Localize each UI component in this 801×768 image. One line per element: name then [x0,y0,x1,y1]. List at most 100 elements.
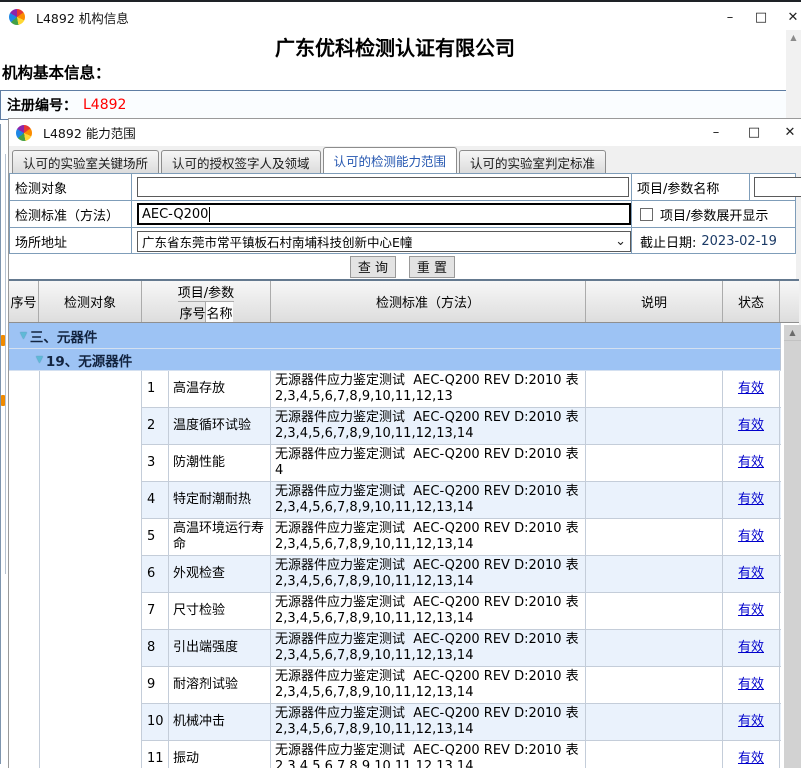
note-cell [586,593,723,629]
minimize-button[interactable]: – [701,119,731,146]
tab[interactable]: 认可的检测能力范围 [323,147,458,173]
note-cell [586,371,723,407]
status-cell: 有效 [723,482,780,518]
tab-strip: 认可的实验室关键场所 认可的授权签字人及领域 认可的检测能力范围认可的实验室判定标准 [9,146,801,173]
table-row: 3 防潮性能 无源器件应力鉴定测试 AEC-Q200 REV D:2010 表4… [142,445,781,482]
group-row-passive-components[interactable]: ▼ 19、无源器件 [9,349,781,371]
note-cell [586,445,723,481]
param-name-label-cell: 项目/参数名称 [632,174,750,201]
registration-box: 注册编号： L4892 [0,90,791,120]
status-link[interactable]: 有效 [738,714,764,730]
query-button[interactable]: 查 询 [350,256,396,278]
param-name-cell: 耐溶剂试验 [169,667,271,703]
address-label: 场所地址 [15,232,67,251]
status-link[interactable]: 有效 [738,492,764,508]
status-link[interactable]: 有效 [738,677,764,693]
group-row-components[interactable]: ▼ 三、元器件 [9,323,781,349]
param-name-cell: 引出端强度 [169,630,271,666]
table-body: 1 高温存放 无源器件应力鉴定测试 AEC-Q200 REV D:2010 表2… [9,371,781,768]
header-seq: 序号 [9,281,39,322]
note-cell [586,408,723,444]
status-cell: 有效 [723,519,780,555]
status-link[interactable]: 有效 [738,640,764,656]
background-fragment [1,395,5,406]
close-button[interactable]: ✕ [778,4,801,30]
note-cell [586,519,723,555]
param-seq-cell: 9 [142,667,169,703]
expand-params-cell: 项目/参数展开显示 [632,201,795,228]
deadline-value: 2023-02-19 [701,234,777,249]
note-cell [586,630,723,666]
standard-cell: 无源器件应力鉴定测试 AEC-Q200 REV D:2010 表2,3,4,5,… [271,556,586,592]
address-select[interactable]: 广东省东莞市常平镇板石村南埔科技创新中心E幢 ⌄ [137,231,631,252]
pinwheel-logo-icon [9,9,25,25]
table-scrollbar[interactable]: ▲ [784,325,801,768]
status-cell: 有效 [723,667,780,703]
window1-scrollbar[interactable]: ▲ [786,30,801,120]
tab[interactable]: 认可的授权签字人及领域 [161,150,321,173]
maximize-button[interactable]: □ [739,119,769,146]
background-fragment [5,154,6,574]
param-name-cell: 特定耐潮耐热 [169,482,271,518]
status-link[interactable]: 有效 [738,418,764,434]
merged-seq-object-cells [9,371,142,768]
tab[interactable]: 认可的实验室关键场所 [12,150,159,173]
standard-label: 检测标准（方法） [15,205,119,224]
table-row: 9 耐溶剂试验 无源器件应力鉴定测试 AEC-Q200 REV D:2010 表… [142,667,781,704]
param-name-cell: 振动 [169,741,271,768]
status-link[interactable]: 有效 [738,455,764,471]
address-field-cell: 广东省东莞市常平镇板石村南埔科技创新中心E幢 ⌄ [132,228,632,255]
test-object-label: 检测对象 [15,178,67,197]
header-param-name: 名称 [206,302,232,322]
standard-cell: 无源器件应力鉴定测试 AEC-Q200 REV D:2010 表4 [271,445,586,481]
collapse-arrow-icon[interactable]: ▼ [36,355,43,365]
standard-cell: 无源器件应力鉴定测试 AEC-Q200 REV D:2010 表2,3,4,5,… [271,482,586,518]
status-link[interactable]: 有效 [738,566,764,582]
standard-input[interactable]: AEC-Q200 [137,203,631,225]
tab-label: 认可的授权签字人及领域 [172,153,310,172]
deadline-label: 截止日期: [640,232,696,251]
status-link[interactable]: 有效 [738,751,764,767]
status-cell: 有效 [723,741,780,768]
standard-label-cell: 检测标准（方法） [10,201,132,228]
expand-params-checkbox[interactable] [640,208,653,221]
group-label: 19、无源器件 [46,350,132,370]
note-cell [586,556,723,592]
collapse-arrow-icon[interactable]: ▼ [20,331,27,341]
scroll-up-icon[interactable]: ▲ [784,325,801,341]
close-button[interactable]: ✕ [775,119,801,146]
table-row: 6 外观检查 无源器件应力鉴定测试 AEC-Q200 REV D:2010 表2… [142,556,781,593]
table-row: 11 振动 无源器件应力鉴定测试 AEC-Q200 REV D:2010 表2,… [142,741,781,768]
window2-titlebar[interactable]: L4892 能力范围 – □ ✕ [9,119,801,146]
header-param-group-label: 项目/参数 [178,281,234,302]
status-link[interactable]: 有效 [738,381,764,397]
status-link[interactable]: 有效 [738,603,764,619]
param-name-cell: 尺寸检验 [169,593,271,629]
screen: { "colors": { "group_row_blue": "#9dc3f4… [0,0,801,768]
maximize-button[interactable]: □ [746,4,776,30]
test-object-field-cell [132,174,632,201]
status-link[interactable]: 有效 [738,529,764,545]
reset-button[interactable]: 重 置 [409,256,455,278]
window1-titlebar[interactable]: L4892 机构信息 – □ ✕ [0,4,801,30]
registration-label: 注册编号： [7,95,77,115]
test-object-input[interactable] [137,177,629,197]
param-name-field-cell [750,174,795,201]
table-row: 2 温度循环试验 无源器件应力鉴定测试 AEC-Q200 REV D:2010 … [142,408,781,445]
table-row: 4 特定耐潮耐热 无源器件应力鉴定测试 AEC-Q200 REV D:2010 … [142,482,781,519]
minimize-button[interactable]: – [715,4,745,30]
status-cell: 有效 [723,371,780,407]
tab[interactable]: 认可的实验室判定标准 [459,150,606,173]
param-name-input[interactable] [754,177,801,197]
param-seq-cell: 4 [142,482,169,518]
background-fragment [1,335,5,346]
standard-cell: 无源器件应力鉴定测试 AEC-Q200 REV D:2010 表2,3,4,5,… [271,704,586,740]
standard-cell: 无源器件应力鉴定测试 AEC-Q200 REV D:2010 表2,3,4,5,… [271,630,586,666]
company-title: 广东优科检测认证有限公司 [0,32,790,61]
header-param-seq: 序号 [179,302,206,322]
tab-label: 认可的实验室关键场所 [23,153,148,172]
scroll-up-icon[interactable]: ▲ [786,33,801,43]
tab-label: 认可的检测能力范围 [334,151,447,170]
param-seq-cell: 8 [142,630,169,666]
param-seq-cell: 3 [142,445,169,481]
